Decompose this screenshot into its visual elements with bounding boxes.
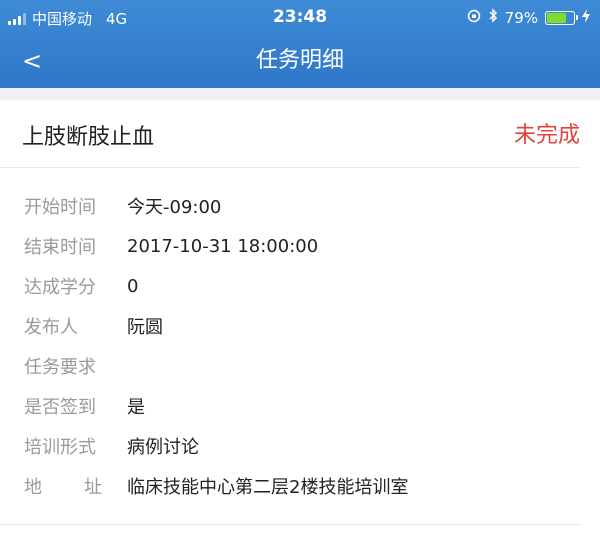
detail-label: 任务要求 [24,357,96,378]
detail-value: 临床技能中心第二层2楼技能培训室 [127,477,409,498]
status-bar: 中国移动 4G 23:48 79% [0,0,600,36]
detail-row-sign-in: 是否签到 是 [24,386,580,426]
detail-label-part: 地 [24,477,42,498]
detail-value: 是 [127,397,145,418]
battery-percent: 79% [504,8,538,27]
orientation-lock-icon [467,9,481,27]
status-right: 79% [467,8,590,27]
detail-row-end-time: 结束时间 2017-10-31 18:00:00 [24,226,580,266]
task-detail-card: 上肢断肢止血 未完成 开始时间 今天-09:00 结束时间 2017-10-31… [0,100,600,535]
detail-value: 2017-10-31 18:00:00 [127,235,319,257]
detail-value: 阮圆 [127,317,163,338]
detail-row-training-format: 培训形式 病例讨论 [24,426,580,466]
detail-value: 0 [127,275,139,297]
charging-icon [582,8,590,27]
detail-label-part: 址 [84,477,102,498]
detail-label: 开始时间 [24,197,96,218]
detail-label: 达成学分 [24,277,96,298]
detail-row-publisher: 发布人 阮圆 [24,306,580,346]
detail-label: 培训形式 [24,437,96,458]
page-title: 任务明细 [255,48,344,73]
task-details: 开始时间 今天-09:00 结束时间 2017-10-31 18:00:00 达… [24,186,580,506]
detail-row-credits: 达成学分 0 [24,266,580,306]
detail-value: 今天-09:00 [127,197,222,218]
bluetooth-icon [488,8,498,27]
nav-bar: < 任务明细 [0,36,600,88]
detail-label: 是否签到 [24,397,96,418]
detail-label: 结束时间 [24,237,96,258]
status-badge: 未完成 [513,123,580,148]
detail-row-requirements: 任务要求 [24,346,580,386]
battery-icon [545,10,578,25]
task-title: 上肢断肢止血 [22,125,155,150]
detail-label: 发布人 [24,317,78,338]
task-header: 上肢断肢止血 未完成 [0,100,580,168]
top-bar: 中国移动 4G 23:48 79% < 任务明细 [0,0,600,88]
detail-value: 病例讨论 [127,437,199,458]
divider [0,524,580,525]
detail-row-address: 地 址 临床技能中心第二层2楼技能培训室 [24,466,580,506]
detail-row-start-time: 开始时间 今天-09:00 [24,186,580,226]
detail-label: 地 址 [24,473,102,499]
